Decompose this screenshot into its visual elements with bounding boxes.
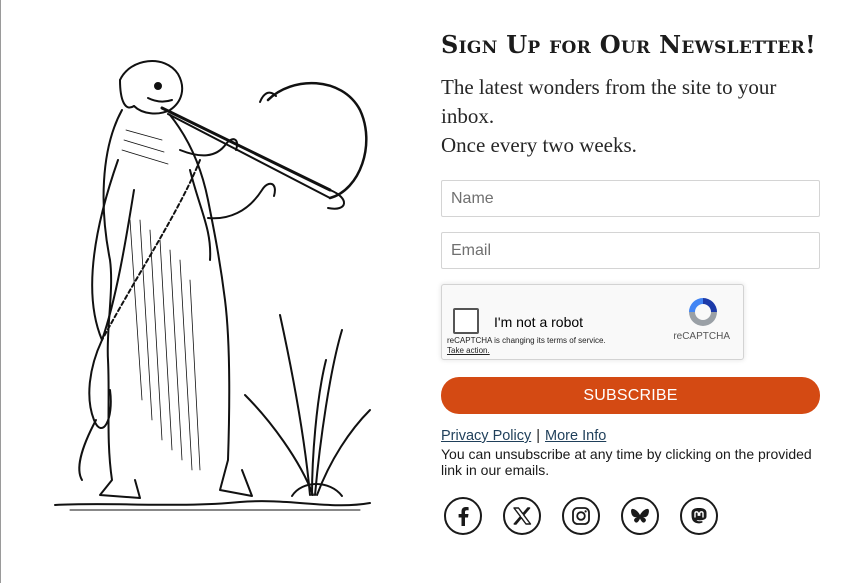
woodcut-illustration	[54, 60, 371, 511]
email-input[interactable]	[441, 232, 820, 269]
mastodon-button[interactable]	[680, 497, 718, 535]
name-input[interactable]	[441, 180, 820, 217]
newsletter-heading: Sign Up for Our Newsletter!	[441, 30, 816, 59]
instagram-icon	[572, 507, 590, 525]
x-icon	[513, 507, 532, 525]
mastodon-icon	[691, 508, 707, 524]
unsubscribe-notice: You can unsubscribe at any time by click…	[441, 446, 812, 478]
window-edge	[0, 0, 1, 583]
recaptcha-label: I'm not a robot	[494, 314, 584, 330]
social-links	[441, 497, 821, 535]
intro-line-2: Once every two weeks.	[441, 133, 637, 157]
recaptcha-logo-icon	[689, 298, 717, 326]
recaptcha-notice-text: reCAPTCHA is changing its terms of servi…	[447, 336, 606, 345]
instagram-button[interactable]	[562, 497, 600, 535]
subscribe-button[interactable]: SUBSCRIBE	[441, 377, 820, 414]
more-info-link[interactable]: More Info	[545, 428, 606, 444]
info-links: Privacy Policy | More Info	[441, 428, 821, 444]
recaptcha-take-action-link[interactable]: Take action.	[447, 346, 606, 356]
intro-line-1: The latest wonders from the site to your…	[441, 75, 777, 128]
recaptcha-brand: reCAPTCHA	[673, 331, 730, 342]
newsletter-intro: The latest wonders from the site to your…	[441, 73, 821, 160]
bluesky-button[interactable]	[621, 497, 659, 535]
facebook-button[interactable]	[444, 497, 482, 535]
privacy-policy-link[interactable]: Privacy Policy	[441, 428, 531, 444]
recaptcha-widget: I'm not a robot reCAPTCHA is changing it…	[441, 284, 744, 360]
link-separator: |	[536, 428, 541, 444]
recaptcha-notice: reCAPTCHA is changing its terms of servi…	[447, 336, 606, 356]
bluesky-icon	[631, 508, 649, 523]
x-button[interactable]	[503, 497, 541, 535]
recaptcha-checkbox[interactable]	[453, 308, 479, 334]
facebook-icon	[458, 507, 469, 526]
newsletter-panel: Sign Up for Our Newsletter! The latest w…	[441, 30, 821, 535]
